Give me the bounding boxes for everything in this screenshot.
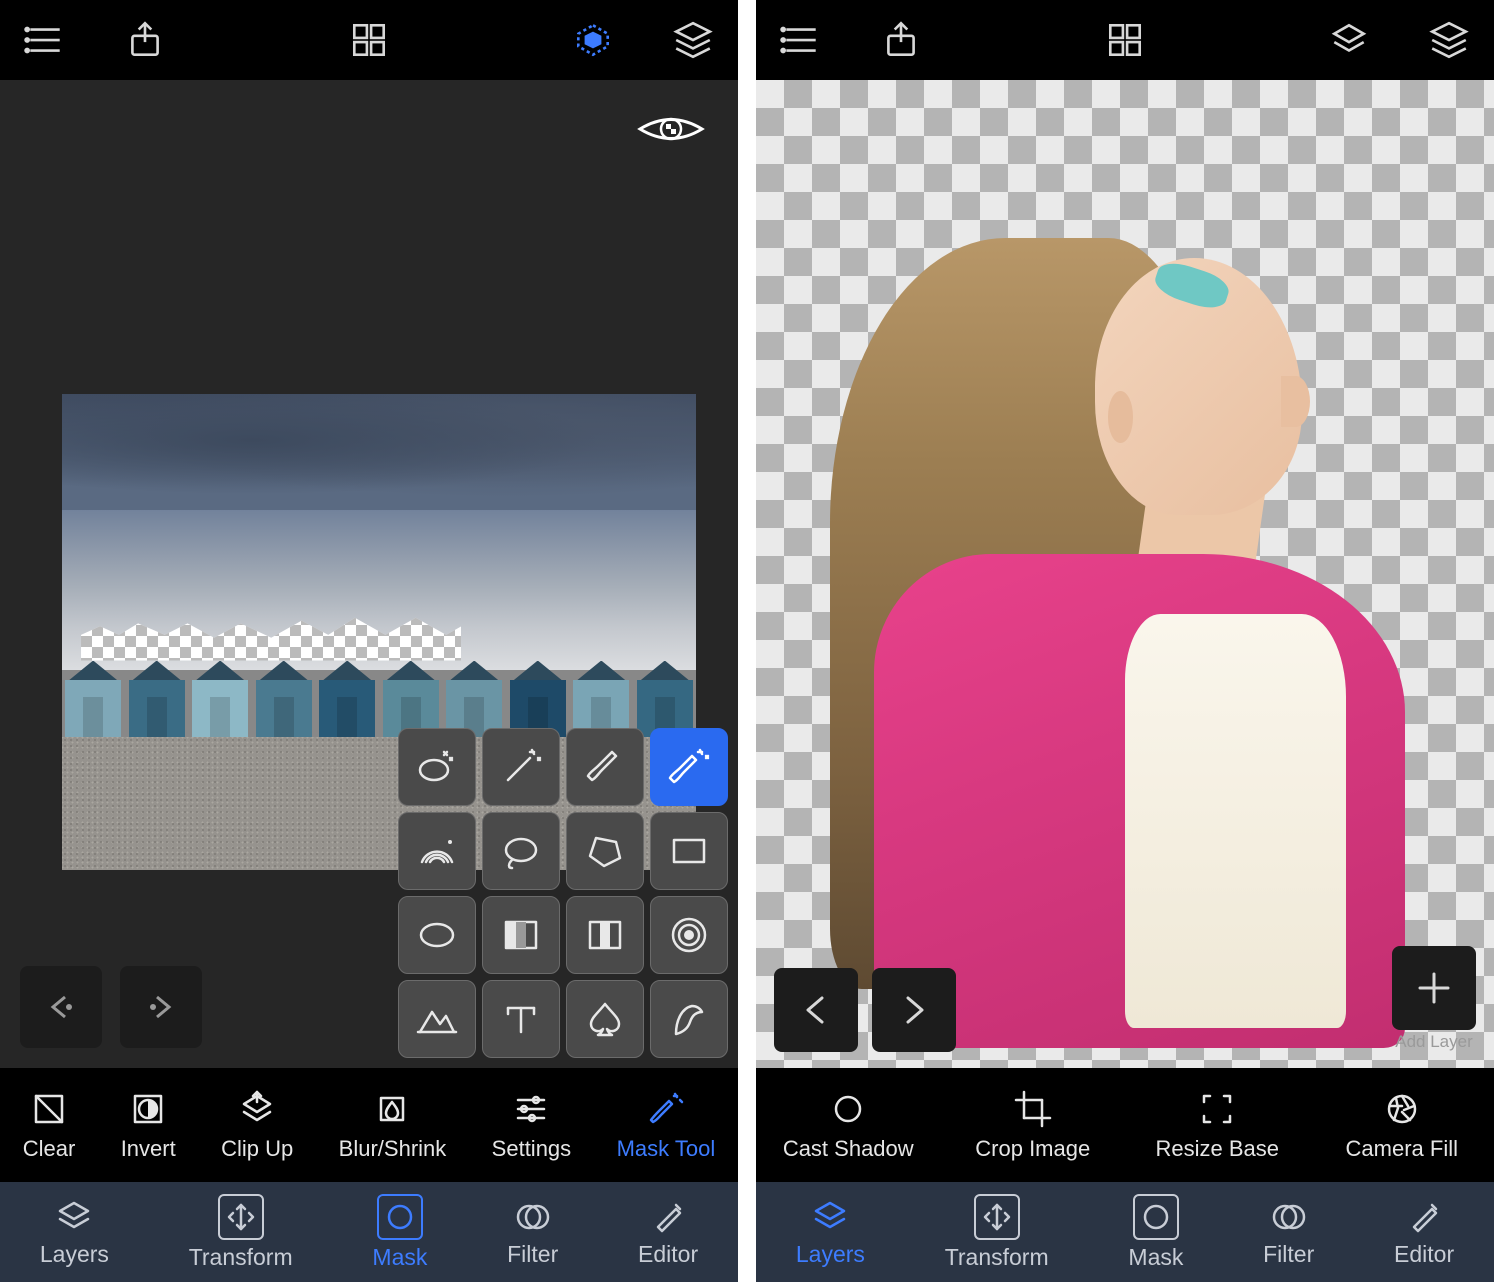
grid-icon[interactable] (1104, 19, 1146, 61)
undo-button[interactable] (20, 966, 102, 1048)
nav-layers-label: Layers (40, 1241, 109, 1268)
redo-button[interactable] (120, 966, 202, 1048)
canvas-area[interactable]: Add Layer (756, 80, 1494, 1068)
prev-layer-button[interactable] (774, 968, 858, 1052)
nav-editor[interactable]: Editor (1394, 1197, 1454, 1268)
layers-stack-outline-icon[interactable] (1328, 19, 1370, 61)
add-layer-button[interactable] (1392, 946, 1476, 1030)
brush-icon[interactable] (566, 728, 644, 806)
nav-mask[interactable]: Mask (372, 1194, 427, 1271)
add-layer-label: Add Layer (1395, 1032, 1473, 1052)
nav-editor[interactable]: Editor (638, 1197, 698, 1268)
mask-tool-label: Mask Tool (617, 1136, 716, 1162)
nav-layers[interactable]: Layers (796, 1197, 865, 1268)
mirror-gradient-icon[interactable] (566, 896, 644, 974)
spade-icon[interactable] (566, 980, 644, 1058)
magic-wand-icon[interactable] (482, 728, 560, 806)
layer-mask-icon[interactable] (572, 19, 614, 61)
screen-layers-editor: Add Layer Cast Shadow Crop Image Resize … (756, 0, 1494, 1282)
rectangle-icon[interactable] (650, 812, 728, 890)
next-layer-button[interactable] (872, 968, 956, 1052)
grid-icon[interactable] (348, 19, 390, 61)
settings-label: Settings (492, 1136, 572, 1162)
gradient-arc-icon[interactable] (398, 812, 476, 890)
nav-filter-label: Filter (507, 1241, 558, 1268)
clear-button[interactable]: Clear (23, 1088, 76, 1162)
share-icon[interactable] (880, 19, 922, 61)
list-icon[interactable] (24, 19, 66, 61)
nav-transform[interactable]: Transform (945, 1194, 1049, 1271)
nav-editor-label: Editor (638, 1241, 698, 1268)
nav-transform-label: Transform (189, 1244, 293, 1271)
clear-label: Clear (23, 1136, 76, 1162)
mask-secondary-toolbar: Clear Invert Clip Up Blur/Shrink Setting… (0, 1068, 738, 1182)
magic-lasso-icon[interactable] (398, 728, 476, 806)
blur-shrink-label: Blur/Shrink (339, 1136, 447, 1162)
invert-label: Invert (121, 1136, 176, 1162)
screen-mask-editor: Clear Invert Clip Up Blur/Shrink Setting… (0, 0, 738, 1282)
nav-mask-label: Mask (372, 1244, 427, 1271)
cast-shadow-label: Cast Shadow (783, 1136, 914, 1162)
blur-shrink-button[interactable]: Blur/Shrink (339, 1088, 447, 1162)
resize-base-button[interactable]: Resize Base (1142, 1088, 1292, 1162)
nav-editor-label: Editor (1394, 1241, 1454, 1268)
hair-icon[interactable] (650, 980, 728, 1058)
clip-up-label: Clip Up (221, 1136, 293, 1162)
layers-secondary-toolbar: Cast Shadow Crop Image Resize Base Camer… (756, 1068, 1494, 1182)
nav-filter-label: Filter (1263, 1241, 1314, 1268)
bottom-nav: Layers Transform Mask Filter Editor (0, 1182, 738, 1282)
crop-image-label: Crop Image (975, 1136, 1090, 1162)
mask-tool-palette (398, 728, 728, 1058)
clip-up-button[interactable]: Clip Up (221, 1088, 293, 1162)
text-icon[interactable] (482, 980, 560, 1058)
ellipse-icon[interactable] (398, 896, 476, 974)
nav-filter[interactable]: Filter (507, 1197, 558, 1268)
invert-button[interactable]: Invert (121, 1088, 176, 1162)
nav-transform-label: Transform (945, 1244, 1049, 1271)
radial-gradient-icon[interactable] (650, 896, 728, 974)
bottom-nav: Layers Transform Mask Filter Editor (756, 1182, 1494, 1282)
linear-gradient-icon[interactable] (482, 896, 560, 974)
polygon-lasso-icon[interactable] (566, 812, 644, 890)
nav-mask-label: Mask (1128, 1244, 1183, 1271)
resize-base-label: Resize Base (1155, 1136, 1279, 1162)
camera-fill-label: Camera Fill (1346, 1136, 1458, 1162)
layers-stack-icon[interactable] (1428, 19, 1470, 61)
nav-layers-label: Layers (796, 1241, 865, 1268)
lasso-icon[interactable] (482, 812, 560, 890)
layers-stack-icon[interactable] (672, 19, 714, 61)
nav-transform[interactable]: Transform (189, 1194, 293, 1271)
cutout-subject-girl (756, 80, 1494, 1068)
nav-mask[interactable]: Mask (1128, 1194, 1183, 1271)
magic-brush-icon[interactable] (650, 728, 728, 806)
share-icon[interactable] (124, 19, 166, 61)
nav-layers[interactable]: Layers (40, 1197, 109, 1268)
nav-filter[interactable]: Filter (1263, 1197, 1314, 1268)
list-icon[interactable] (780, 19, 822, 61)
top-toolbar (756, 0, 1494, 80)
top-toolbar (0, 0, 738, 80)
eye-mask-icon[interactable] (636, 108, 706, 150)
canvas-area[interactable] (0, 80, 738, 1068)
mask-tool-button[interactable]: Mask Tool (617, 1088, 716, 1162)
camera-fill-button[interactable]: Camera Fill (1327, 1088, 1477, 1162)
mountain-icon[interactable] (398, 980, 476, 1058)
crop-image-button[interactable]: Crop Image (958, 1088, 1108, 1162)
settings-button[interactable]: Settings (492, 1088, 572, 1162)
cast-shadow-button[interactable]: Cast Shadow (773, 1088, 923, 1162)
